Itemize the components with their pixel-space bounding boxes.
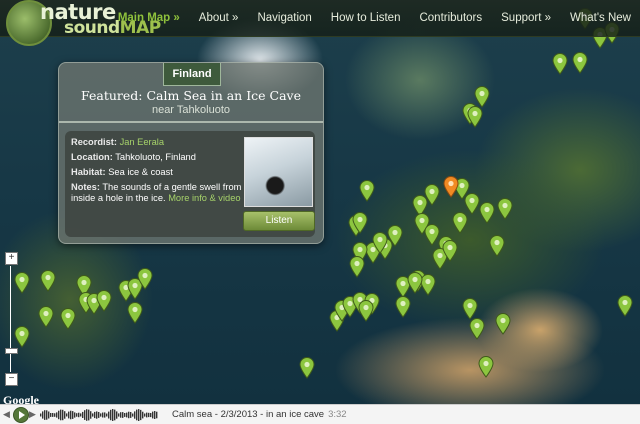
- map-pin-icon[interactable]: [372, 232, 388, 254]
- play-button[interactable]: [13, 407, 29, 423]
- notes-row: Notes: The sounds of a gentle swell from: [71, 182, 241, 192]
- zoom-track[interactable]: [10, 266, 11, 372]
- nav-whats-new[interactable]: What's New: [570, 12, 631, 24]
- nav-support[interactable]: Support »: [501, 12, 551, 24]
- map-pin-icon[interactable]: [479, 202, 495, 224]
- zoom-slider-handle[interactable]: [5, 348, 18, 354]
- map-pin-icon[interactable]: [452, 212, 468, 234]
- map-pin-icon[interactable]: [489, 235, 505, 257]
- map-pin-icon[interactable]: [358, 300, 374, 322]
- map-pin-icon[interactable]: [552, 53, 568, 75]
- map-pin-icon[interactable]: [40, 270, 56, 292]
- featured-subtitle: near Tahkoluoto: [151, 104, 231, 116]
- track-duration: 3:32: [328, 409, 347, 420]
- notes-row-2: inside a hole in the ice. More info & vi…: [71, 193, 241, 203]
- nav-about[interactable]: About »: [199, 12, 239, 24]
- waveform[interactable]: [40, 408, 158, 422]
- map-pin-icon[interactable]: [60, 308, 76, 330]
- map-pin-icon[interactable]: [395, 296, 411, 318]
- track-title: Calm sea - 2/3/2013 - in an ice cave: [172, 409, 325, 420]
- recordist-row: Recordist: Jan Eerala: [71, 137, 164, 147]
- nav-navigation[interactable]: Navigation: [257, 12, 311, 24]
- map-pin-icon[interactable]: [96, 290, 112, 312]
- active-map-pin-icon[interactable]: [443, 176, 459, 198]
- panel-divider: [59, 121, 323, 123]
- header-bar: nature soundMAP Main Map » About » Navig…: [0, 0, 640, 46]
- map-pin-icon[interactable]: [462, 298, 478, 320]
- featured-title: Featured: Calm Sea in an Ice Cave: [81, 88, 301, 103]
- previous-icon[interactable]: ◀: [3, 409, 10, 420]
- nav-main-map[interactable]: Main Map »: [118, 12, 180, 24]
- notes-line1: The sounds of a gentle swell from: [102, 182, 242, 192]
- recordist-link[interactable]: Jan Eerala: [120, 137, 164, 147]
- audio-player-bar: ◀ ▶ Calm sea - 2/3/2013 - in an ice cave…: [0, 404, 640, 424]
- more-info-link[interactable]: More info & video: [168, 193, 240, 203]
- zoom-out-button[interactable]: −: [5, 373, 18, 386]
- featured-panel: Finland Featured: Calm Sea in an Ice Cav…: [58, 62, 324, 244]
- map-pin-icon[interactable]: [38, 306, 54, 328]
- location-row: Location: Tahkoluoto, Finland: [71, 152, 196, 162]
- map-pin-icon[interactable]: [497, 198, 513, 220]
- map-pin-icon[interactable]: [137, 268, 153, 290]
- map-pin-icon[interactable]: [442, 240, 458, 262]
- map-pin-icon[interactable]: [299, 357, 315, 379]
- map-pin-icon[interactable]: [349, 256, 365, 278]
- nav-how-to-listen[interactable]: How to Listen: [331, 12, 401, 24]
- nav-contributors[interactable]: Contributors: [419, 12, 482, 24]
- location-label: Location:: [71, 152, 113, 162]
- map-pin-icon[interactable]: [359, 180, 375, 202]
- recordist-label: Recordist:: [71, 137, 117, 147]
- map-pin-icon[interactable]: [478, 356, 494, 378]
- habitat-row: Habitat: Sea ice & coast: [71, 167, 173, 177]
- location-value: Tahkoluoto, Finland: [115, 152, 196, 162]
- map-pin-icon[interactable]: [127, 302, 143, 324]
- map-pin-icon[interactable]: [572, 52, 588, 74]
- listen-button[interactable]: Listen: [243, 211, 315, 231]
- next-icon[interactable]: ▶: [29, 409, 36, 420]
- habitat-value: Sea ice & coast: [108, 167, 173, 177]
- notes-line2: inside a hole in the ice.: [71, 193, 166, 203]
- featured-details: Recordist: Jan Eerala Location: Tahkoluo…: [65, 131, 315, 237]
- notes-label: Notes:: [71, 182, 100, 192]
- map-pin-icon[interactable]: [407, 272, 423, 294]
- now-playing: Calm sea - 2/3/2013 - in an ice cave 3:32: [172, 409, 347, 420]
- zoom-in-button[interactable]: +: [5, 252, 18, 265]
- map-pin-icon[interactable]: [352, 212, 368, 234]
- app-root: nature soundMAP Main Map » About » Navig…: [0, 0, 640, 424]
- map-pin-icon[interactable]: [469, 318, 485, 340]
- ice-cave-thumbnail[interactable]: [244, 137, 313, 207]
- country-tag: Finland: [163, 63, 221, 86]
- map-pin-icon[interactable]: [617, 295, 633, 317]
- zoom-control: + −: [5, 252, 18, 386]
- habitat-label: Habitat:: [71, 167, 106, 177]
- map-pin-icon[interactable]: [467, 106, 483, 128]
- main-nav: Main Map » About » Navigation How to Lis…: [99, 0, 640, 36]
- map-pin-icon[interactable]: [495, 313, 511, 335]
